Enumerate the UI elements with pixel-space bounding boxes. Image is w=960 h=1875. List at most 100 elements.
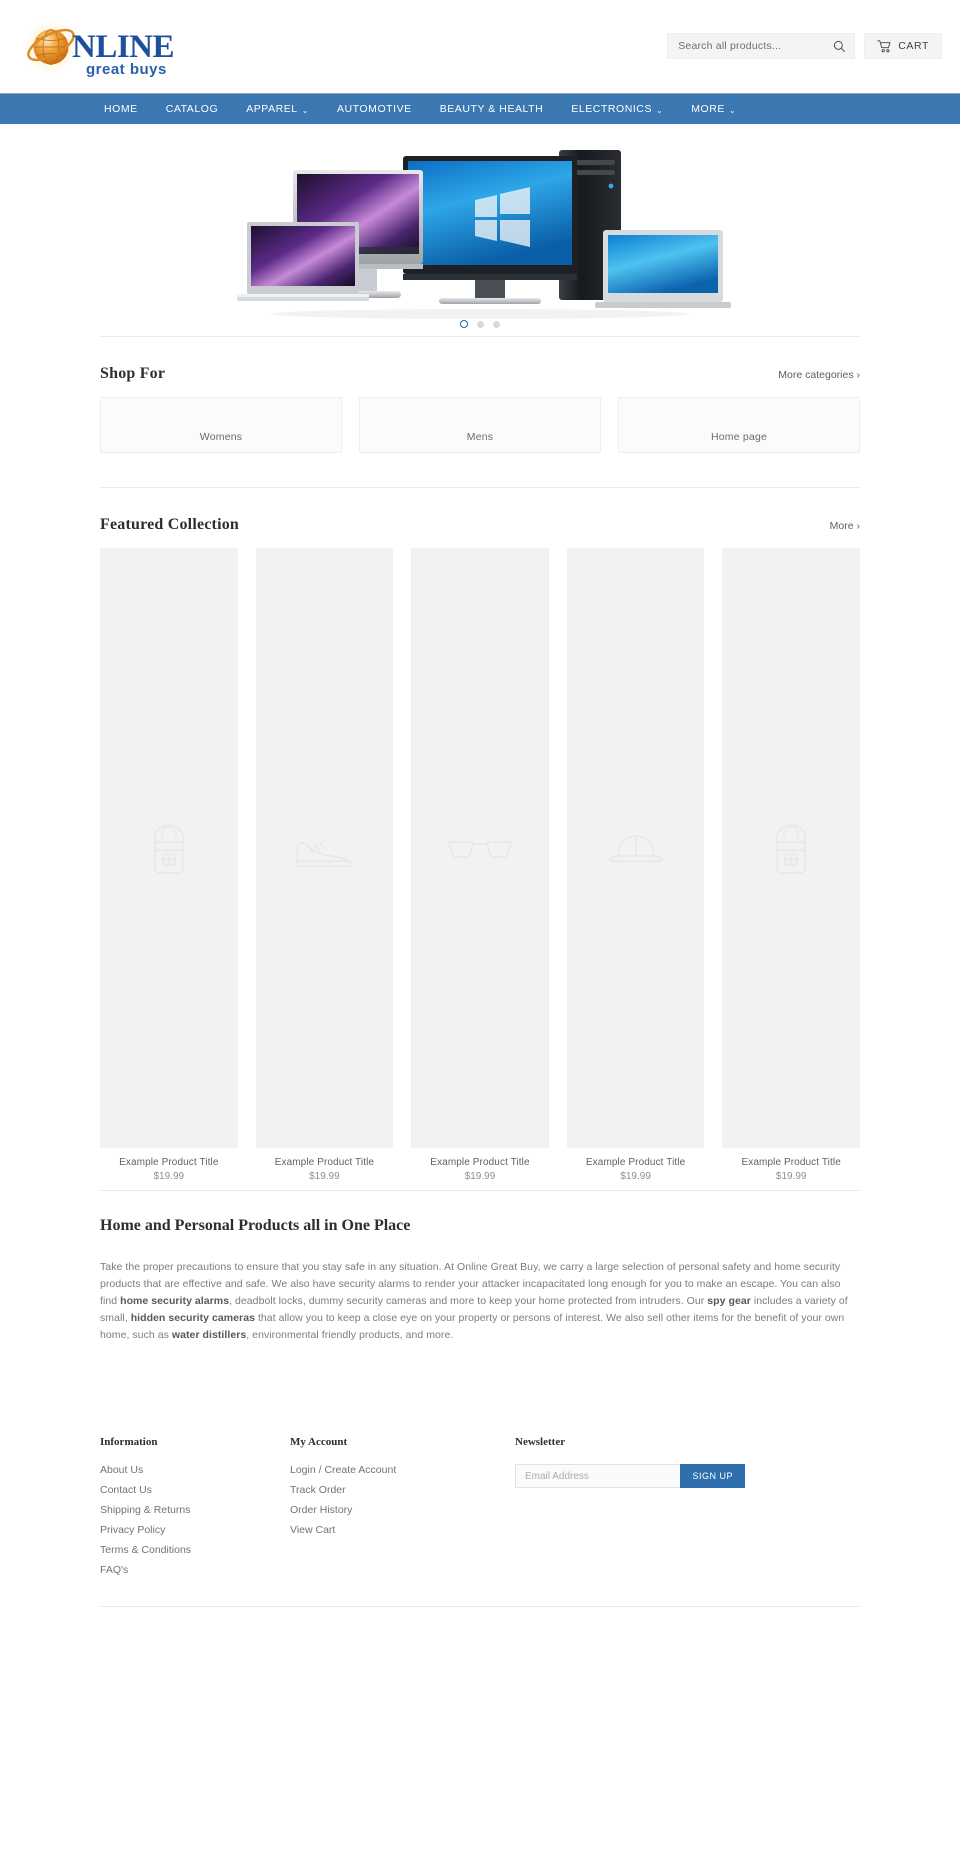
cap-icon xyxy=(608,835,663,862)
footer-link[interactable]: Track Order xyxy=(290,1484,515,1496)
category-grid: Womens Mens Home page xyxy=(100,397,860,487)
product-image-placeholder xyxy=(100,548,238,1148)
product-price: $19.99 xyxy=(620,1171,651,1182)
product-title: Example Product Title xyxy=(430,1157,530,1168)
search-icon xyxy=(834,40,846,52)
footer-column-information: Information About Us Contact Us Shipping &… xyxy=(100,1436,290,1584)
nav-item-more[interactable]: MORE ⌄ xyxy=(677,94,750,125)
newsletter-form: SIGN UP xyxy=(515,1464,745,1488)
search-input[interactable] xyxy=(678,40,834,52)
newsletter-email-input[interactable] xyxy=(515,1464,681,1488)
product-card[interactable]: Example Product Title $19.99 xyxy=(566,548,705,1182)
nav-item-label: ELECTRONICS xyxy=(571,103,652,115)
nav-item-label: CATALOG xyxy=(165,103,219,115)
carousel-dot-3[interactable] xyxy=(493,320,500,328)
rich-text-paragraph: Take the proper precautions to ensure th… xyxy=(100,1259,860,1344)
shop-for-header: Shop For More categories › xyxy=(100,337,860,397)
footer-link[interactable]: Order History xyxy=(290,1504,515,1516)
site-header: NLINE great buys C xyxy=(0,0,960,93)
category-card[interactable]: Home page xyxy=(618,397,860,453)
shopping-cart-icon xyxy=(877,39,891,52)
category-card[interactable]: Mens xyxy=(359,397,601,453)
more-categories-link[interactable]: More categories › xyxy=(778,369,860,381)
footer-newsletter-title: Newsletter xyxy=(515,1436,566,1448)
category-card-label: Home page xyxy=(710,431,768,443)
hero-slideshow[interactable] xyxy=(0,124,960,336)
header-actions: CART xyxy=(667,33,942,59)
newsletter-signup-button[interactable]: SIGN UP xyxy=(680,1464,745,1488)
footer-column-newsletter: Newsletter SIGN UP xyxy=(515,1436,860,1584)
footer-column-my-account: My Account Login / Create Account Track O… xyxy=(290,1436,515,1584)
rich-text-section: Home and Personal Products all in One Pl… xyxy=(100,1191,860,1384)
product-card[interactable]: Example Product Title $19.99 xyxy=(100,548,238,1182)
carousel-dots xyxy=(460,320,500,328)
product-title: Example Product Title xyxy=(585,1157,686,1168)
featured-title: Featured Collection xyxy=(100,516,240,533)
footer-my-account-links: Login / Create Account Track Order Order H… xyxy=(290,1464,515,1536)
main-navigation: HOME CATALOG APPAREL ⌄ AUTOMOTIVE BEAUTY & HE… xyxy=(0,93,960,124)
page-root: NLINE great buys C xyxy=(0,0,960,1607)
nav-item-label: HOME xyxy=(104,103,138,115)
footer-my-account-title: My Account xyxy=(290,1436,348,1448)
footer-link[interactable]: View Cart xyxy=(290,1524,515,1536)
product-card[interactable]: Example Product Title $19.99 xyxy=(411,548,549,1182)
shop-for-title: Shop For xyxy=(100,365,166,382)
chevron-down-icon: ⌄ xyxy=(656,105,664,115)
nav-item-electronics[interactable]: ELECTRONICS ⌄ xyxy=(557,94,677,125)
featured-more-link[interactable]: More › xyxy=(830,520,860,532)
site-logo[interactable]: NLINE great buys xyxy=(20,20,230,78)
glasses-icon xyxy=(448,841,512,858)
product-title: Example Product Title xyxy=(119,1157,219,1168)
footer-link[interactable]: Login / Create Account xyxy=(290,1464,515,1476)
product-card[interactable]: Example Product Title $19.99 xyxy=(255,548,394,1182)
search-box[interactable] xyxy=(667,33,856,59)
rich-text-bold-term: hidden security cameras xyxy=(130,1312,255,1324)
product-image-placeholder xyxy=(255,548,394,1148)
footer-link[interactable]: Shipping & Returns xyxy=(100,1504,290,1516)
featured-collection-section: Featured Collection More › Example Produ… xyxy=(100,488,860,1190)
svg-text:great buys: great buys xyxy=(86,61,167,78)
product-image-placeholder xyxy=(722,548,860,1148)
product-price: $19.99 xyxy=(775,1171,807,1182)
footer-link[interactable]: FAQ's xyxy=(100,1564,290,1576)
category-card-label: Womens xyxy=(199,431,243,443)
backpack-icon xyxy=(154,824,184,874)
nav-item-apparel[interactable]: APPAREL ⌄ xyxy=(232,94,323,125)
chevron-down-icon: ⌄ xyxy=(728,105,737,115)
product-title: Example Product Title xyxy=(741,1157,841,1168)
rich-text-bold-term: water distillers xyxy=(171,1329,247,1341)
hero-image xyxy=(237,150,731,319)
category-card-label: Mens xyxy=(466,431,494,443)
category-card[interactable]: Womens xyxy=(100,397,342,453)
footer-information-links: About Us Contact Us Shipping & Returns Priv… xyxy=(100,1464,290,1576)
product-price: $19.99 xyxy=(309,1171,340,1182)
search-submit-button[interactable] xyxy=(833,40,846,53)
nav-item-home[interactable]: HOME xyxy=(104,94,152,125)
product-grid: Example Product Title $19.99 Example Produ… xyxy=(100,548,860,1190)
rich-text-run: , environmental friendly products, and m… xyxy=(246,1329,454,1341)
rich-text-heading: Home and Personal Products all in One Pl… xyxy=(100,1217,411,1234)
product-card[interactable]: Example Product Title $19.99 xyxy=(722,548,860,1182)
cart-button[interactable]: CART xyxy=(864,33,942,59)
nav-item-label: MORE xyxy=(691,103,725,115)
nav-item-catalog[interactable]: CATALOG xyxy=(152,94,232,125)
footer-link[interactable]: Privacy Policy xyxy=(100,1524,290,1536)
carousel-dot-2[interactable] xyxy=(477,320,484,328)
nav-item-beauty-health[interactable]: BEAUTY & HEALTH xyxy=(426,94,558,125)
footer-divider xyxy=(100,1606,860,1607)
footer-link[interactable]: About Us xyxy=(100,1464,290,1476)
rich-text-bold-term: spy gear xyxy=(707,1295,751,1307)
product-image-placeholder xyxy=(566,548,705,1148)
footer-link[interactable]: Terms & Conditions xyxy=(100,1544,290,1556)
carousel-dot-1[interactable] xyxy=(460,320,468,328)
nav-item-label: AUTOMOTIVE xyxy=(336,103,412,115)
sneaker-icon xyxy=(296,841,352,867)
chevron-down-icon: ⌄ xyxy=(301,105,309,115)
nav-item-automotive[interactable]: AUTOMOTIVE xyxy=(323,94,426,125)
footer-link[interactable]: Contact Us xyxy=(100,1484,290,1496)
backpack-icon xyxy=(776,824,806,874)
product-image-placeholder xyxy=(411,548,549,1148)
nav-item-label: BEAUTY & HEALTH xyxy=(439,103,544,115)
nav-item-label: APPAREL xyxy=(246,103,298,115)
product-title: Example Product Title xyxy=(274,1157,375,1168)
